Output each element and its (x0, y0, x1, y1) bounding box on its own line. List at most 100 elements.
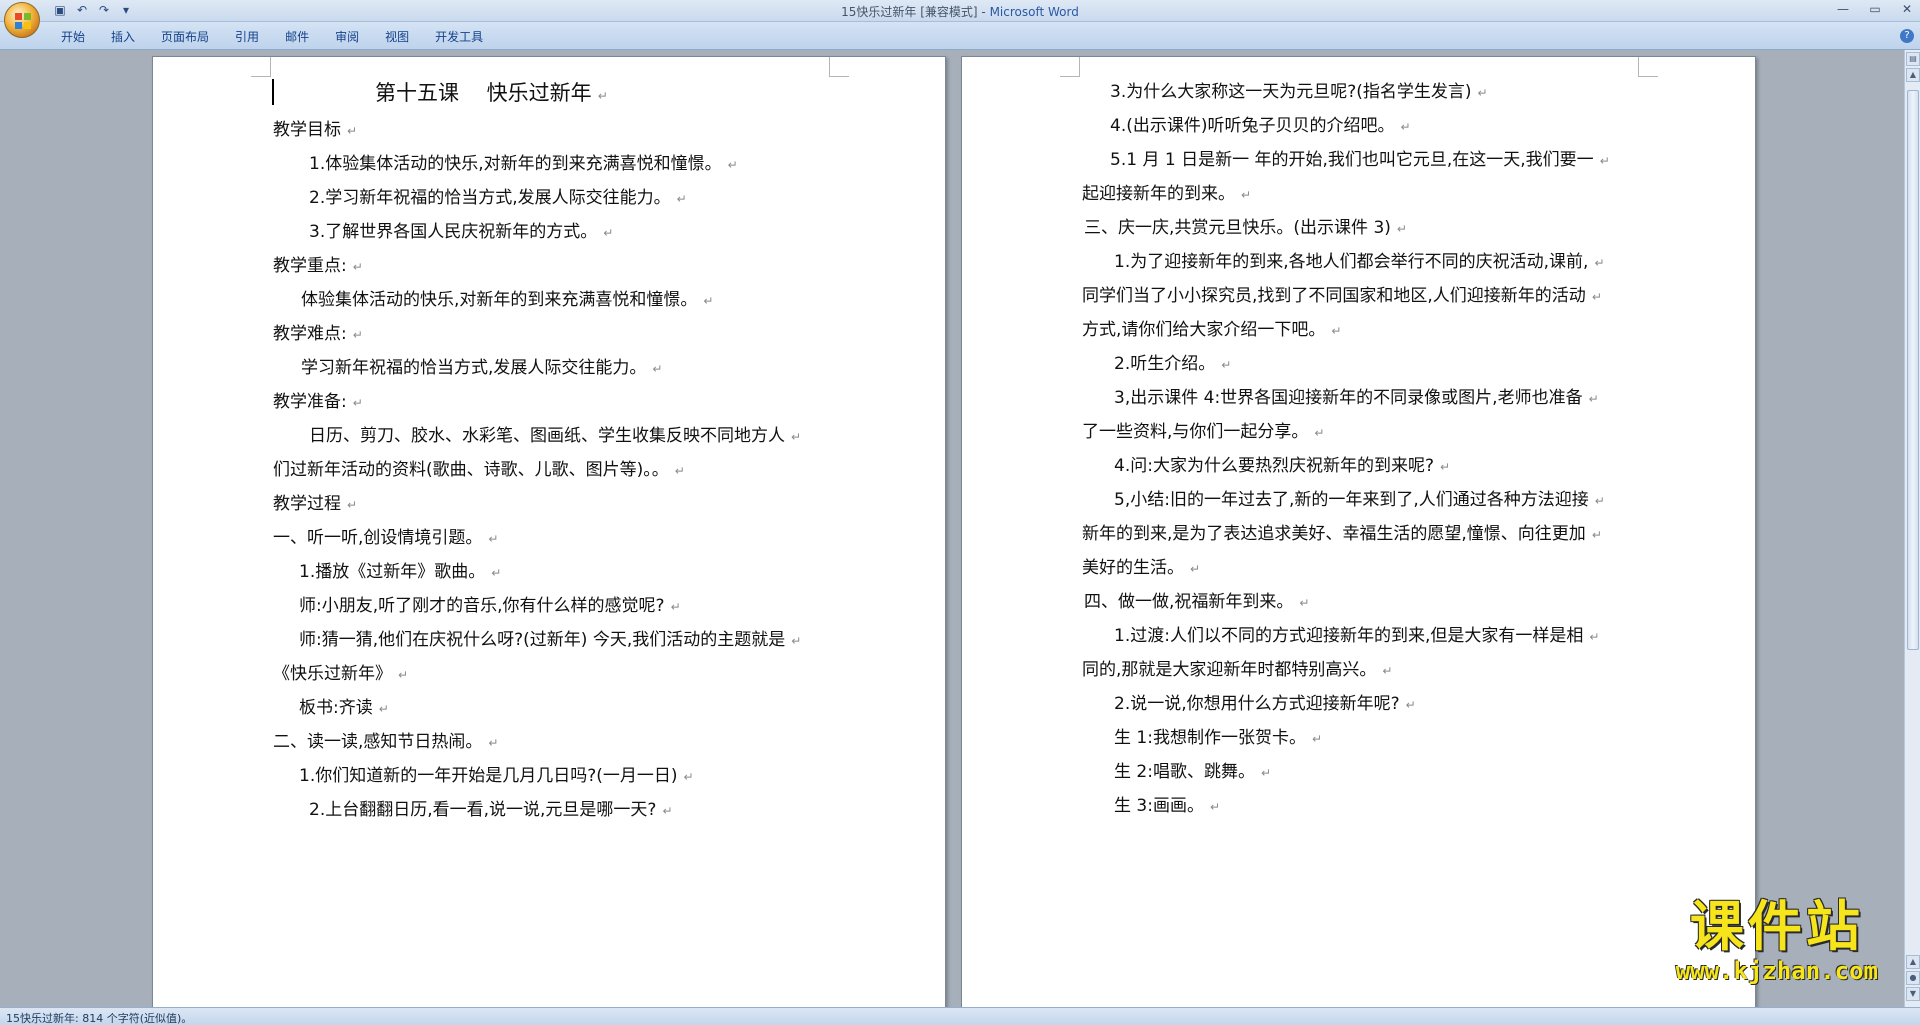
ribbon-tab[interactable]: 插入 (98, 28, 148, 46)
watermark-url: www.kjzhan.com (1675, 957, 1878, 985)
ribbon-tab[interactable]: 邮件 (272, 28, 322, 46)
paragraph-mark-icon: ↵ (352, 396, 363, 410)
text-cursor (272, 79, 274, 105)
document-line: 1.为了迎接新年的到来,各地人们都会举行不同的庆祝活动,课前, ↵ (1114, 247, 1605, 272)
document-line: 日历、剪刀、胶水、水彩笔、图画纸、学生收集反映不同地方人 ↵ (309, 421, 801, 446)
paragraph-mark-icon: ↵ (347, 124, 358, 138)
paragraph-mark-icon: ↵ (1439, 460, 1451, 474)
document-line: 体验集体活动的快乐,对新年的到来充满喜悦和憧憬。 ↵ (301, 285, 713, 310)
document-line: 二、读一读,感知节日热闹。 ↵ (273, 727, 498, 752)
document-area: 第十五课 快乐过新年 ↵ 教学目标 ↵ 1.体验集体活动的快乐,对新年的到来充满喜悦和憧… (0, 50, 1904, 1007)
document-line: 们过新年活动的资料(歌曲、诗歌、儿歌、图片等)。。 ↵ (273, 455, 685, 480)
paragraph-mark-icon: ↵ (347, 498, 358, 512)
minimize-icon[interactable]: — (1834, 2, 1852, 16)
scroll-up-icon[interactable]: ▲ (1906, 68, 1920, 82)
document-line: 1.体验集体活动的快乐,对新年的到来充满喜悦和憧憬。 ↵ (309, 149, 738, 174)
line-text: 教学过程 (273, 494, 341, 514)
line-text: 2.学习新年祝福的恰当方式,发展人际交往能力。 (309, 188, 671, 208)
line-text: 1.过渡:人们以不同的方式迎接新年的到来,但是大家有一样是相 (1114, 626, 1584, 646)
line-text: 方式,请你们给大家介绍一下吧。 (1082, 320, 1326, 340)
page-right[interactable]: 3.为什么大家称这一天为元旦呢?(指名学生发言) ↵ 4.(出示课件)听听兔子贝贝的… (961, 56, 1756, 1007)
paragraph-mark-icon: ↵ (1599, 154, 1610, 168)
document-line: 教学目标 ↵ (273, 115, 357, 140)
ribbon-tab[interactable]: 页面布局 (148, 28, 222, 46)
paragraph-mark-icon: ↵ (1241, 188, 1252, 202)
crop-mark (251, 57, 271, 77)
document-line: 教学重点: ↵ (273, 251, 363, 276)
browse-object-icon[interactable]: ● (1906, 971, 1920, 985)
paragraph-mark-icon: ↵ (1594, 256, 1605, 270)
paragraph-mark-icon: ↵ (1396, 222, 1407, 236)
crop-mark (1060, 57, 1080, 77)
ribbon-tab[interactable]: 开始 (48, 28, 98, 46)
word-count-status[interactable]: 15快乐过新年: 814 个字符(近似值)。 (6, 1010, 192, 1025)
paragraph-mark-icon: ↵ (398, 668, 409, 682)
ruler-toggle-icon[interactable]: ▤ (1906, 52, 1920, 66)
line-text: 师:猜一猜,他们在庆祝什么呀?(过新年) 今天,我们活动的主题就是 (299, 630, 786, 650)
document-line: 生 3:画画。 ↵ (1114, 791, 1220, 816)
paragraph-mark-icon: ↵ (1314, 426, 1325, 440)
line-text: 起迎接新年的到来。 (1082, 184, 1235, 204)
line-text: 教学重点: (273, 256, 347, 276)
line-text: 3.为什么大家称这一天为元旦呢?(指名学生发言) (1110, 82, 1472, 102)
office-logo-icon (15, 13, 31, 29)
document-line: 生 1:我想制作一张贺卡。 ↵ (1114, 723, 1322, 748)
vertical-scrollbar[interactable]: ▤ ▲ ▲ ● ▼ (1904, 50, 1920, 1007)
line-text: 1.体验集体活动的快乐,对新年的到来充满喜悦和憧憬。 (309, 154, 722, 174)
line-text: 教学难点: (273, 324, 347, 344)
document-line: 1.你们知道新的一年开始是几月几日吗?(一月一日) ↵ (299, 761, 694, 786)
line-text: 4.(出示课件)听听兔子贝贝的介绍吧。 (1110, 116, 1395, 136)
line-text: 生 1:我想制作一张贺卡。 (1114, 728, 1306, 748)
ribbon-tab[interactable]: 开发工具 (422, 28, 496, 46)
line-text: 新年的到来,是为了表达追求美好、幸福生活的愿望,憧憬、向往更加 (1082, 524, 1586, 544)
paragraph-mark-icon: ↵ (1260, 766, 1272, 780)
paragraph-mark-icon: ↵ (603, 226, 614, 240)
line-text: 师:小朋友,听了刚才的音乐,你有什么样的感觉呢? (299, 596, 665, 616)
ribbon-tab[interactable]: 视图 (372, 28, 422, 46)
maximize-icon[interactable]: ▭ (1866, 2, 1884, 16)
document-line: 3.为什么大家称这一天为元旦呢?(指名学生发言) ↵ (1110, 77, 1488, 102)
paragraph-mark-icon: ↵ (352, 328, 363, 342)
document-line: 师:猜一猜,他们在庆祝什么呀?(过新年) 今天,我们活动的主题就是 ↵ (299, 625, 801, 650)
page-left[interactable]: 第十五课 快乐过新年 ↵ 教学目标 ↵ 1.体验集体活动的快乐,对新年的到来充满喜悦和憧… (152, 56, 946, 1007)
line-text: 同的,那就是大家迎新年时都特别高兴。 (1082, 660, 1377, 680)
document-line: 教学准备: ↵ (273, 387, 363, 412)
paragraph-mark-icon: ↵ (791, 634, 802, 648)
ribbon-tab[interactable]: 引用 (222, 28, 272, 46)
paragraph-mark-icon: ↵ (791, 430, 802, 444)
crop-mark (1638, 57, 1658, 77)
line-text: 2.听生介绍。 (1114, 354, 1216, 374)
line-text: 3,出示课件 4:世界各国迎接新年的不同录像或图片,老师也准备 (1114, 388, 1583, 408)
document-line: 3,出示课件 4:世界各国迎接新年的不同录像或图片,老师也准备 ↵ (1114, 383, 1599, 408)
previous-page-icon[interactable]: ▲ (1906, 955, 1920, 969)
line-text: 3.了解世界各国人民庆祝新年的方式。 (309, 222, 598, 242)
paragraph-mark-icon: ↵ (676, 192, 687, 206)
document-line: 板书:齐读 ↵ (299, 693, 389, 718)
paragraph-mark-icon: ↵ (1331, 324, 1342, 338)
paragraph-mark-icon: ↵ (670, 600, 681, 614)
line-text: 1.你们知道新的一年开始是几月几日吗?(一月一日) (299, 766, 678, 786)
paragraph-mark-icon: ↵ (1588, 392, 1599, 406)
line-text: 生 2:唱歌、跳舞。 (1114, 762, 1255, 782)
watermark-name: 课件站 (1689, 895, 1864, 958)
paragraph-mark-icon: ↵ (652, 362, 663, 376)
document-line: 了一些资料,与你们一起分享。 ↵ (1082, 417, 1324, 442)
document-line: 5,小结:旧的一年过去了,新的一年来到了,人们通过各种方法迎接 ↵ (1114, 485, 1605, 510)
paragraph-mark-icon: ↵ (1405, 698, 1416, 712)
document-line: 2.说一说,你想用什么方式迎接新年呢? ↵ (1114, 689, 1416, 714)
document-line: 1.播放《过新年》歌曲。 ↵ (299, 557, 501, 582)
line-text: 5.1 月 1 日是新一 年的开始,我们也叫它元旦,在这一天,我们要一 (1110, 150, 1594, 170)
close-icon[interactable]: ✕ (1898, 2, 1916, 16)
next-page-icon[interactable]: ▼ (1906, 987, 1920, 1001)
document-line: 师:小朋友,听了刚才的音乐,你有什么样的感觉呢? ↵ (299, 591, 681, 616)
line-text: 同学们当了小小探究员,找到了不同国家和地区,人们迎接新年的活动 (1082, 286, 1586, 306)
line-text: 1.播放《过新年》歌曲。 (299, 562, 486, 582)
line-text: 第十五课 快乐过新年 (375, 81, 592, 105)
document-line: 4.(出示课件)听听兔子贝贝的介绍吧。 ↵ (1110, 111, 1411, 136)
paragraph-mark-icon: ↵ (1299, 596, 1310, 610)
title-bar: ▣ ↶ ↷ ▾ 15快乐过新年 [兼容模式] - Microsoft Word … (0, 0, 1920, 22)
scroll-thumb[interactable] (1907, 90, 1919, 650)
office-button[interactable] (4, 2, 40, 38)
help-icon[interactable]: ? (1900, 29, 1914, 43)
ribbon-tab[interactable]: 审阅 (322, 28, 372, 46)
